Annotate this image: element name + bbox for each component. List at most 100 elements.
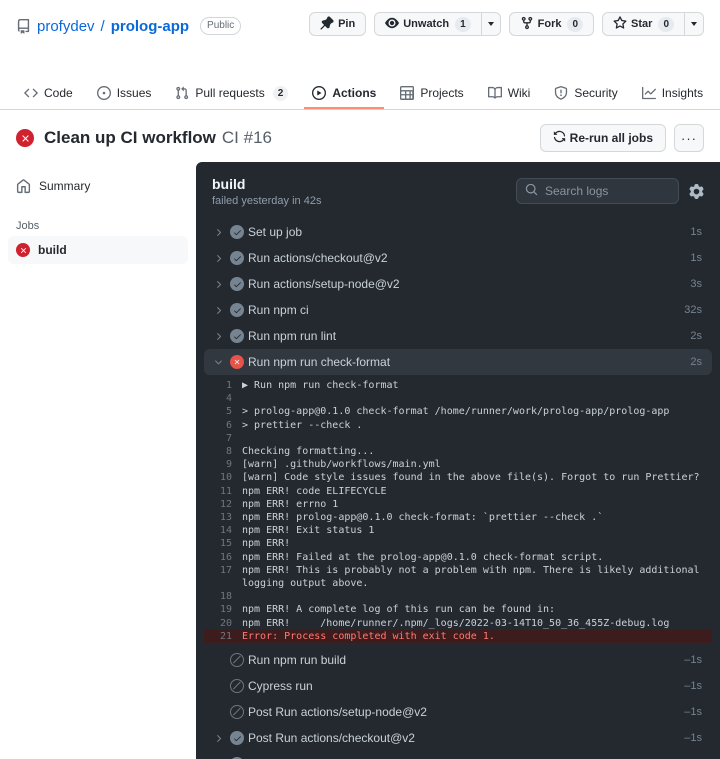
- log-step-row[interactable]: Run npm run check-format 2s: [204, 349, 712, 375]
- watch-button-group: Unwatch 1: [374, 12, 501, 36]
- x-circle-fill-icon: [16, 243, 30, 257]
- log-line-text: ▶ Run npm run check-format: [242, 380, 399, 391]
- tab-insights[interactable]: Insights: [634, 79, 711, 109]
- fork-icon: [520, 16, 534, 33]
- run-sidebar: Summary Jobs build: [0, 162, 196, 759]
- run-body: Summary Jobs build build failed yesterda…: [0, 162, 720, 759]
- log-step-row[interactable]: Set up job 1s: [204, 219, 712, 245]
- log-line-text: npm ERR! errno 1: [242, 498, 339, 510]
- tab-wiki[interactable]: Wiki: [480, 79, 539, 109]
- log-line-number: 6: [225, 419, 232, 431]
- log-line-number: 4: [225, 393, 232, 405]
- log-line-number: 16: [219, 551, 232, 563]
- star-button[interactable]: Star 0: [602, 12, 684, 36]
- log-line-number: 13: [219, 512, 232, 524]
- tab-code[interactable]: Code: [16, 79, 81, 109]
- log-line-text: npm ERR! A complete log of this run can …: [242, 604, 556, 616]
- log-line-number: 15: [219, 538, 232, 550]
- log-output-line: 16 npm ERR! Failed at the prolog-app@0.1.…: [204, 551, 712, 564]
- log-line-number: 21: [219, 630, 232, 642]
- star-label: Star: [631, 18, 653, 30]
- tab-actions[interactable]: Actions: [304, 79, 385, 109]
- more-options-button[interactable]: ···: [674, 124, 704, 152]
- log-line-text: npm ERR!: [242, 538, 291, 550]
- repo-owner-link[interactable]: profydev: [37, 18, 95, 35]
- log-step-row[interactable]: Run npm ci 32s: [204, 297, 712, 323]
- tab-issues[interactable]: Issues: [89, 79, 160, 109]
- re-run-all-jobs-button[interactable]: Re-run all jobs: [539, 124, 666, 152]
- star-button-group: Star 0: [602, 12, 704, 36]
- log-step-duration: 1s: [690, 226, 702, 238]
- re-run-all-jobs-label: Re-run all jobs: [569, 131, 653, 145]
- log-output-line: 4: [204, 392, 712, 405]
- log-settings-gear-icon[interactable]: [689, 183, 704, 199]
- log-output-line: 6 > prettier --check .: [204, 419, 712, 432]
- repo-name-link[interactable]: prolog-app: [111, 18, 189, 35]
- issue-opened-icon: [96, 86, 111, 100]
- sidebar-item-summary[interactable]: Summary: [8, 170, 188, 202]
- log-step-label: Run npm run lint: [248, 329, 337, 343]
- skip-circle-icon: [226, 705, 248, 720]
- search-logs-box[interactable]: [516, 178, 679, 204]
- tab-pull-requests-count: 2: [272, 85, 289, 101]
- log-job-info: build failed yesterday in 42s: [212, 176, 321, 207]
- pin-icon: [320, 15, 334, 33]
- log-step-label: Post Run actions/checkout@v2: [248, 731, 415, 746]
- star-dropdown-button[interactable]: [684, 12, 704, 36]
- log-line-text: [warn] .github/workflows/main.yml: [242, 459, 441, 471]
- log-job-status-text: failed yesterday in 42s: [212, 195, 322, 207]
- log-step-label: Run npm run build: [248, 653, 347, 668]
- log-step-row[interactable]: Run actions/setup-node@v2 3s: [204, 271, 712, 297]
- chevron-right-icon: [210, 279, 226, 290]
- log-step-duration: –1s: [684, 706, 702, 719]
- log-step-row[interactable]: Run npm run build –1s: [204, 647, 712, 673]
- watch-dropdown-button[interactable]: [480, 12, 501, 36]
- log-output-line: 14 npm ERR! Exit status 1: [204, 524, 712, 537]
- search-logs-input[interactable]: [545, 184, 670, 198]
- fork-button[interactable]: Fork 0: [508, 12, 595, 36]
- log-output-line: 15 npm ERR!: [204, 537, 712, 550]
- check-circle-icon: [226, 329, 248, 343]
- log-line-number: 8: [225, 446, 232, 458]
- log-step-label: Run npm run check-format: [248, 355, 391, 369]
- log-output-line: 21 Error: Process completed with exit cod…: [204, 629, 712, 644]
- log-line-text: npm ERR! prolog-app@0.1.0 check-format: …: [242, 512, 604, 524]
- log-step-row[interactable]: Run npm run lint 2s: [204, 323, 712, 349]
- tab-pull-requests[interactable]: Pull requests 2: [167, 79, 296, 109]
- log-step-row[interactable]: Post Run actions/setup-node@v2 –1s: [204, 699, 712, 725]
- check-circle-icon: [226, 277, 248, 291]
- log-step-row[interactable]: Run actions/checkout@v2 1s: [204, 245, 712, 271]
- x-circle-fill-icon: [16, 129, 34, 147]
- log-job-name: build: [212, 176, 246, 192]
- repo-separator: /: [100, 17, 105, 35]
- sidebar-item-job-build[interactable]: build: [8, 236, 188, 264]
- chevron-right-icon: [210, 733, 226, 744]
- log-step-label: Run actions/setup-node@v2: [248, 277, 400, 291]
- run-action-buttons: Re-run all jobs ···: [539, 124, 704, 152]
- log-step-row[interactable]: Post Run actions/checkout@v2 –1s: [204, 725, 712, 751]
- log-output-line: 18: [204, 590, 712, 603]
- tab-security-label: Security: [574, 86, 618, 100]
- log-step-duration: –1s: [684, 680, 702, 693]
- eye-icon: [385, 16, 400, 33]
- log-output-line: 11 npm ERR! code ELIFECYCLE: [204, 485, 712, 498]
- pin-button[interactable]: Pin: [309, 12, 367, 36]
- log-step-row[interactable]: Complete job0s: [204, 751, 712, 759]
- log-output-line: 9 [warn] .github/workflows/main.yml: [204, 458, 712, 471]
- log-line-number: 17: [219, 564, 232, 576]
- tab-pull-requests-label: Pull requests: [195, 86, 265, 100]
- log-step-row[interactable]: Cypress run –1s: [204, 673, 712, 699]
- tab-projects[interactable]: Projects: [392, 79, 471, 109]
- graph-icon: [641, 86, 656, 100]
- tab-issues-label: Issues: [116, 86, 152, 100]
- log-line-text: [242, 392, 702, 405]
- log-line-number: 10: [219, 472, 232, 484]
- log-step-duration: 2s: [690, 330, 702, 342]
- unwatch-button[interactable]: Unwatch 1: [374, 12, 481, 36]
- sidebar-jobs-heading: Jobs: [16, 220, 40, 232]
- log-output-line: 20 npm ERR! /home/runner/.npm/_logs/2022-…: [204, 617, 712, 630]
- repo-action-buttons: Pin Unwatch 1 Fork 0 Star 0: [309, 12, 704, 36]
- log-line-text: npm ERR! /home/runner/.npm/_logs/2022-03…: [242, 617, 670, 629]
- log-line-text: [warn] Code style issues found in the ab…: [242, 472, 700, 484]
- tab-security[interactable]: Security: [546, 79, 625, 109]
